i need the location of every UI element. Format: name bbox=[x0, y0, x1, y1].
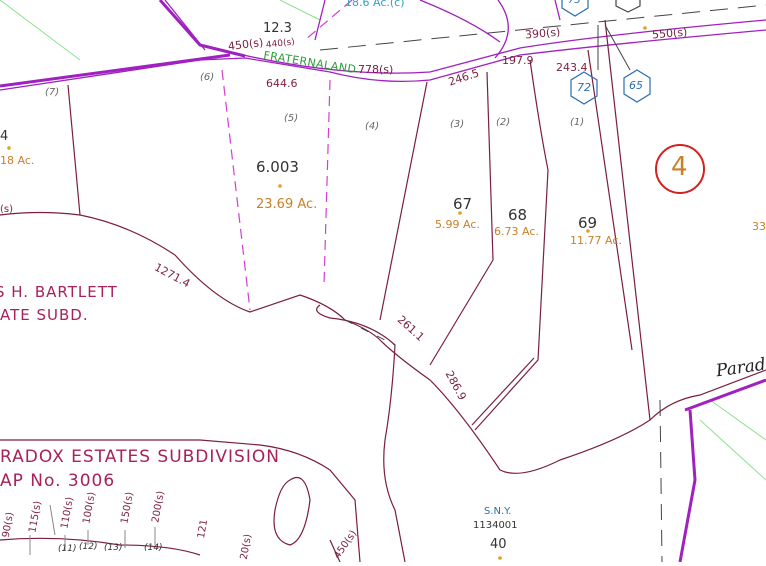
boundary-line bbox=[314, 0, 326, 41]
green-line bbox=[279, 0, 321, 21]
parcel-owner-40: S.N.Y. bbox=[484, 506, 512, 517]
boundary-line bbox=[554, 0, 561, 21]
distance-label: 243.4 bbox=[556, 61, 588, 74]
acreage-partial-right: 33 bbox=[752, 220, 766, 233]
parcel-line bbox=[0, 211, 766, 474]
leader-tick bbox=[49, 504, 56, 536]
boundary-line bbox=[164, 0, 206, 51]
tax-map: 12.3 18.6 Ac.(c) 450(s) 440(s) FRATERNAL… bbox=[0, 0, 766, 563]
lot-number: (12) bbox=[79, 542, 98, 552]
lot-number: (2) bbox=[496, 117, 511, 128]
badge-label-65: 65 bbox=[629, 79, 643, 92]
lot-number: (11) bbox=[58, 544, 77, 554]
pond-outline bbox=[273, 476, 311, 546]
parcel-number-40: 1134001 bbox=[473, 520, 518, 531]
parcel-id-67: 67 bbox=[453, 195, 473, 213]
parcel-line bbox=[486, 71, 494, 261]
distance-label: 550(s) bbox=[651, 25, 688, 42]
parcel-line bbox=[316, 304, 406, 563]
paradox-subdivision-line1: RADOX ESTATES SUBDIVISION bbox=[0, 447, 280, 467]
acreage-dot bbox=[7, 146, 11, 150]
paradox-subdivision-line2: AP No. 3006 bbox=[0, 471, 116, 491]
heavy-boundary-south bbox=[678, 409, 697, 563]
badge-label-73: 73 bbox=[568, 0, 581, 6]
distance-label: 197.9 bbox=[502, 54, 534, 67]
lot-number: (5) bbox=[284, 113, 299, 124]
lot-number: (7) bbox=[45, 87, 60, 98]
parcel-line bbox=[429, 259, 494, 366]
bartlett-subdivision-line2: ATE SUBD. bbox=[0, 306, 89, 324]
lot-number: (1) bbox=[570, 117, 585, 128]
parcel-id-69: 69 bbox=[578, 214, 598, 232]
lot-number: (3) bbox=[450, 119, 465, 130]
lot-number: (6) bbox=[200, 72, 215, 83]
acreage-partial-top: 18.6 Ac.(c) bbox=[345, 0, 405, 9]
acreage-dot bbox=[278, 184, 282, 188]
badge-label-72: 72 bbox=[577, 81, 591, 94]
parcel-line bbox=[471, 357, 535, 426]
row-dashed-line bbox=[659, 399, 663, 563]
lot-number: (14) bbox=[144, 543, 163, 553]
parcel-line bbox=[474, 59, 549, 431]
lot-line-dashed bbox=[323, 79, 331, 286]
lot-number: (4) bbox=[365, 121, 380, 132]
parcel-id-partial-left: 4 bbox=[0, 129, 9, 144]
lot-line-dashed bbox=[221, 69, 251, 311]
hex-badge-partial bbox=[615, 0, 641, 13]
heavy-boundary-west bbox=[0, 53, 231, 88]
green-line bbox=[0, 0, 81, 61]
district-number: 4 bbox=[671, 152, 688, 182]
bartlett-subdivision-line1: S H. BARTLETT bbox=[0, 283, 118, 301]
distance-partial-left: (s) bbox=[0, 204, 14, 215]
green-line bbox=[709, 399, 766, 441]
road-edge-north bbox=[0, 29, 766, 91]
lot-number: (13) bbox=[104, 543, 123, 553]
acreage-dot bbox=[498, 556, 502, 560]
parcel-id-6-003: 6.003 bbox=[256, 158, 299, 176]
parcel-line bbox=[67, 84, 81, 216]
parcel-acres-6-003: 23.69 Ac. bbox=[256, 197, 318, 212]
boundary-line bbox=[494, 0, 509, 59]
parcel-id-68: 68 bbox=[508, 206, 528, 224]
parcel-acres-68: 6.73 Ac. bbox=[494, 225, 539, 238]
parcel-acres-69: 11.77 Ac. bbox=[570, 234, 622, 247]
badge-leader bbox=[604, 24, 631, 71]
green-line bbox=[699, 419, 766, 481]
parcel-id-40: 40 bbox=[490, 537, 507, 552]
parcel-line bbox=[604, 19, 651, 421]
parcel-line bbox=[379, 81, 428, 321]
distance-label: 390(s) bbox=[524, 25, 561, 42]
acreage-dot bbox=[643, 26, 647, 30]
acreage-partial-left: 18 Ac. bbox=[0, 154, 35, 167]
parcel-id-12-3: 12.3 bbox=[263, 21, 292, 36]
distance-label: 644.6 bbox=[266, 77, 298, 90]
parcel-acres-67: 5.99 Ac. bbox=[435, 218, 480, 231]
distance-label: 778(s) bbox=[358, 63, 394, 76]
